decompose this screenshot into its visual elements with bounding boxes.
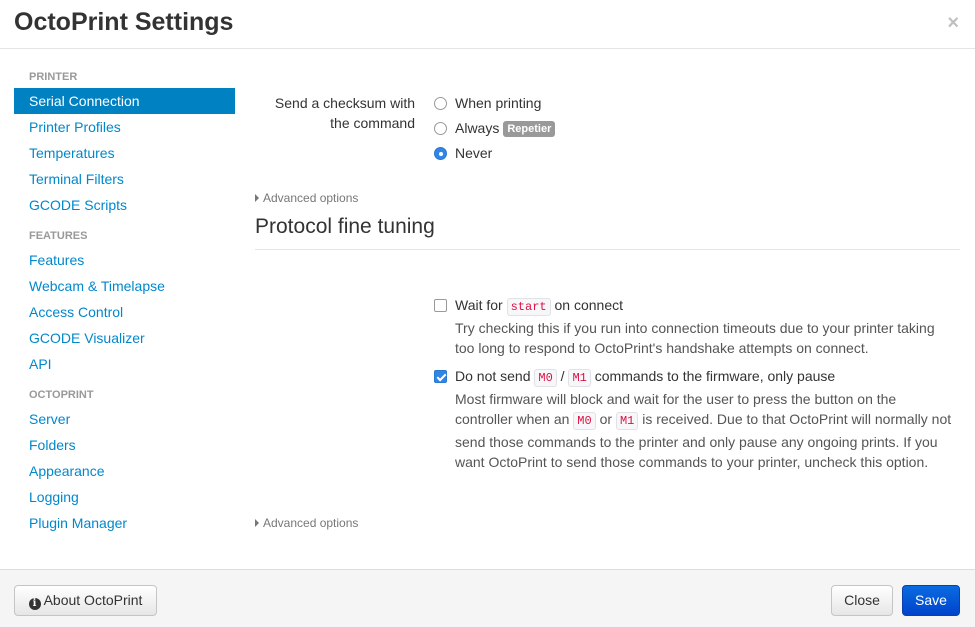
sidebar-item-plugin-manager[interactable]: Plugin Manager: [14, 510, 235, 536]
checksum-label-line1: Send a checksum with: [274, 95, 415, 111]
radio-label: Never: [455, 145, 493, 161]
advanced-options-label: Advanced options: [263, 516, 359, 530]
settings-sidebar: PRINTER Serial Connection Printer Profil…: [14, 62, 235, 536]
sidebar-item-temperatures[interactable]: Temperatures: [14, 140, 235, 166]
dialog-header: OctoPrint Settings ×: [0, 0, 975, 49]
no-m0-m1-label: Do not send M0 / M1 commands to the firm…: [455, 366, 954, 389]
sidebar-item-gcode-visualizer[interactable]: GCODE Visualizer: [14, 325, 235, 351]
radio-button[interactable]: [434, 97, 447, 110]
wait-for-start-label: Wait for start on connect: [455, 295, 954, 318]
wait-for-start-text: Wait for start on connect Try checking t…: [455, 295, 954, 359]
sidebar-item-logging[interactable]: Logging: [14, 484, 235, 510]
close-icon[interactable]: ×: [947, 12, 959, 35]
sidebar-item-server[interactable]: Server: [14, 406, 235, 432]
repetier-badge: Repetier: [503, 121, 556, 137]
nav-header-printer: PRINTER: [29, 71, 78, 83]
label-prefix: Do not send: [455, 368, 535, 384]
advanced-options-toggle-1[interactable]: Advanced options: [255, 191, 358, 205]
sidebar-item-serial-connection[interactable]: Serial Connection: [14, 88, 235, 114]
caret-right-icon: [255, 194, 259, 202]
code-m1: M1: [615, 412, 639, 430]
label-suffix: commands to the firmware, only pause: [590, 368, 836, 384]
nav-header-features: FEATURES: [29, 230, 88, 242]
no-m0-m1-checkbox[interactable]: [434, 370, 447, 383]
sidebar-item-webcam-timelapse[interactable]: Webcam & Timelapse: [14, 273, 235, 299]
sidebar-item-appearance[interactable]: Appearance: [14, 458, 235, 484]
dialog-title: OctoPrint Settings: [14, 8, 234, 36]
no-m0-m1-option: Do not send M0 / M1 commands to the firm…: [434, 366, 954, 473]
sidebar-item-api[interactable]: API: [14, 351, 235, 377]
sidebar-item-features[interactable]: Features: [14, 247, 235, 273]
radio-label: When printing: [455, 95, 542, 111]
code-start: start: [506, 298, 551, 316]
label-prefix: Wait for: [455, 297, 507, 313]
save-button[interactable]: Save: [902, 585, 960, 616]
sidebar-item-printer-profiles[interactable]: Printer Profiles: [14, 114, 235, 140]
info-circle-icon: i: [28, 598, 41, 610]
sidebar-item-gcode-scripts[interactable]: GCODE Scripts: [14, 192, 235, 218]
label-separator: /: [556, 368, 569, 384]
settings-dialog: OctoPrint Settings × PRINTER Serial Conn…: [0, 0, 976, 627]
radio-button[interactable]: [434, 122, 447, 135]
sidebar-item-folders[interactable]: Folders: [14, 432, 235, 458]
wait-for-start-checkbox[interactable]: [434, 299, 447, 312]
no-m0-m1-help: Most firmware will block and wait for th…: [455, 389, 954, 473]
caret-right-icon: [255, 519, 259, 527]
section-title: Protocol fine tuning: [255, 215, 960, 250]
wait-for-start-option: Wait for start on connect Try checking t…: [434, 295, 954, 359]
checksum-label: Send a checksum with the command: [255, 93, 415, 133]
code-m0: M0: [573, 412, 596, 430]
nav-header-octoprint: OCTOPRINT: [29, 389, 94, 401]
label-suffix: on connect: [550, 297, 624, 313]
about-button-label: About OctoPrint: [43, 592, 143, 608]
about-octoprint-button[interactable]: i About OctoPrint: [14, 585, 157, 616]
sidebar-item-access-control[interactable]: Access Control: [14, 299, 235, 325]
radio-when-printing[interactable]: When printing: [434, 93, 541, 113]
advanced-options-toggle-2[interactable]: Advanced options: [255, 516, 358, 530]
sidebar-item-terminal-filters[interactable]: Terminal Filters: [14, 166, 235, 192]
dialog-footer: i About OctoPrint Close Save: [0, 569, 975, 627]
radio-label: Always: [455, 120, 500, 136]
radio-always[interactable]: Always Repetier: [434, 118, 556, 138]
checksum-label-line2: the command: [330, 115, 415, 131]
wait-for-start-help: Try checking this if you run into connec…: [455, 319, 935, 357]
no-m0-m1-text: Do not send M0 / M1 commands to the firm…: [455, 366, 954, 473]
help-or: or: [595, 411, 616, 427]
advanced-options-label: Advanced options: [263, 191, 359, 205]
code-m0: M0: [534, 369, 557, 387]
radio-button-checked[interactable]: [434, 147, 447, 160]
code-m1: M1: [568, 369, 591, 387]
radio-never[interactable]: Never: [434, 143, 492, 163]
close-button[interactable]: Close: [831, 585, 893, 616]
